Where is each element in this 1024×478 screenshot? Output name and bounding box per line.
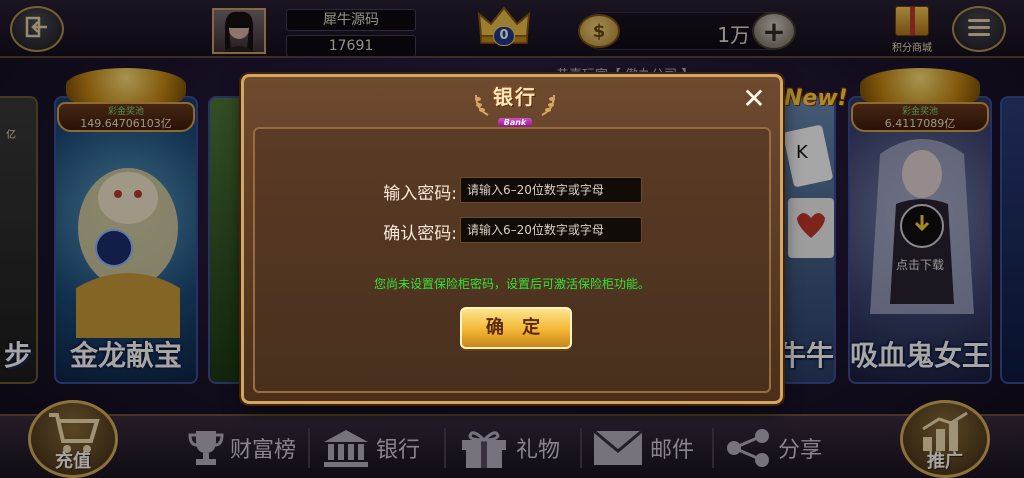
close-button[interactable]: ✕ xyxy=(740,85,768,113)
confirm-button[interactable]: 确 定 xyxy=(460,307,572,349)
dialog-body: 输入密码: 请输入6–20位数字或字母 确认密码: 请输入6–20位数字或字母 … xyxy=(253,127,771,393)
dialog-subtitle: Bank xyxy=(497,118,533,127)
confirm-password-row: 确认密码: 请输入6–20位数字或字母 xyxy=(255,217,769,245)
password-label: 输入密码: xyxy=(383,184,457,204)
laurel-right-icon xyxy=(541,94,555,116)
password-row: 输入密码: 请输入6–20位数字或字母 xyxy=(255,177,769,205)
confirm-password-input[interactable]: 请输入6–20位数字或字母 xyxy=(460,217,642,243)
bank-dialog: 银行 Bank ✕ 输入密码: 请输入6–20位数字或字母 确认密码: 请输入6… xyxy=(241,74,783,404)
confirm-password-label: 确认密码: xyxy=(383,224,457,244)
laurel-left-icon xyxy=(475,94,489,116)
safe-notice: 您尚未设置保险柜密码，设置后可激活保险柜功能。 xyxy=(373,277,650,291)
close-icon: ✕ xyxy=(742,82,766,115)
password-input[interactable]: 请输入6–20位数字或字母 xyxy=(460,177,642,203)
dialog-title-plate: 银行 Bank xyxy=(472,81,558,127)
